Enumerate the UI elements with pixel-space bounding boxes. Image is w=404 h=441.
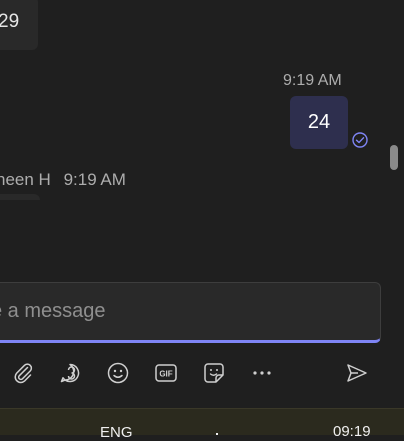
incoming-message-time: 9:19 AM [63,170,126,189]
loop-button[interactable] [55,358,85,388]
incoming-message-header: heen H 9:19 AM [0,170,126,190]
loop-icon [60,363,80,383]
scrollbar-thumb[interactable] [390,145,398,170]
sticker-button[interactable] [199,358,229,388]
compose-box[interactable] [0,282,381,343]
taskbar-clock[interactable]: 09:19 [333,423,371,440]
emoji-button[interactable] [103,358,133,388]
sender-name: heen H [0,170,51,189]
taskbar: ENG 09:19 [0,408,404,441]
send-button[interactable] [342,358,372,388]
seen-check-icon [351,131,369,149]
emoji-icon [107,362,129,384]
chat-pane: 29 9:19 AM 24 heen H 9:19 AM e a message… [0,0,404,408]
gif-button[interactable]: GIF [151,358,181,388]
sticker-icon [204,363,224,383]
gif-icon: GIF [155,364,177,382]
send-icon [347,364,367,382]
attach-button[interactable] [8,358,38,388]
compose-toolbar: GIF [0,352,404,392]
message-input[interactable] [0,283,380,340]
incoming-message-bubble[interactable]: 29 [0,0,38,50]
outgoing-message-time: 9:19 AM [283,72,342,89]
incoming-message-bubble-partial[interactable] [0,194,40,200]
gif-label: GIF [159,370,172,379]
outgoing-message-bubble[interactable]: 24 [290,96,348,149]
more-options-button[interactable] [247,358,277,388]
more-icon [253,371,271,375]
attach-icon [14,363,33,384]
message-text: 29 [0,11,20,32]
input-language-indicator[interactable]: ENG [100,424,133,441]
